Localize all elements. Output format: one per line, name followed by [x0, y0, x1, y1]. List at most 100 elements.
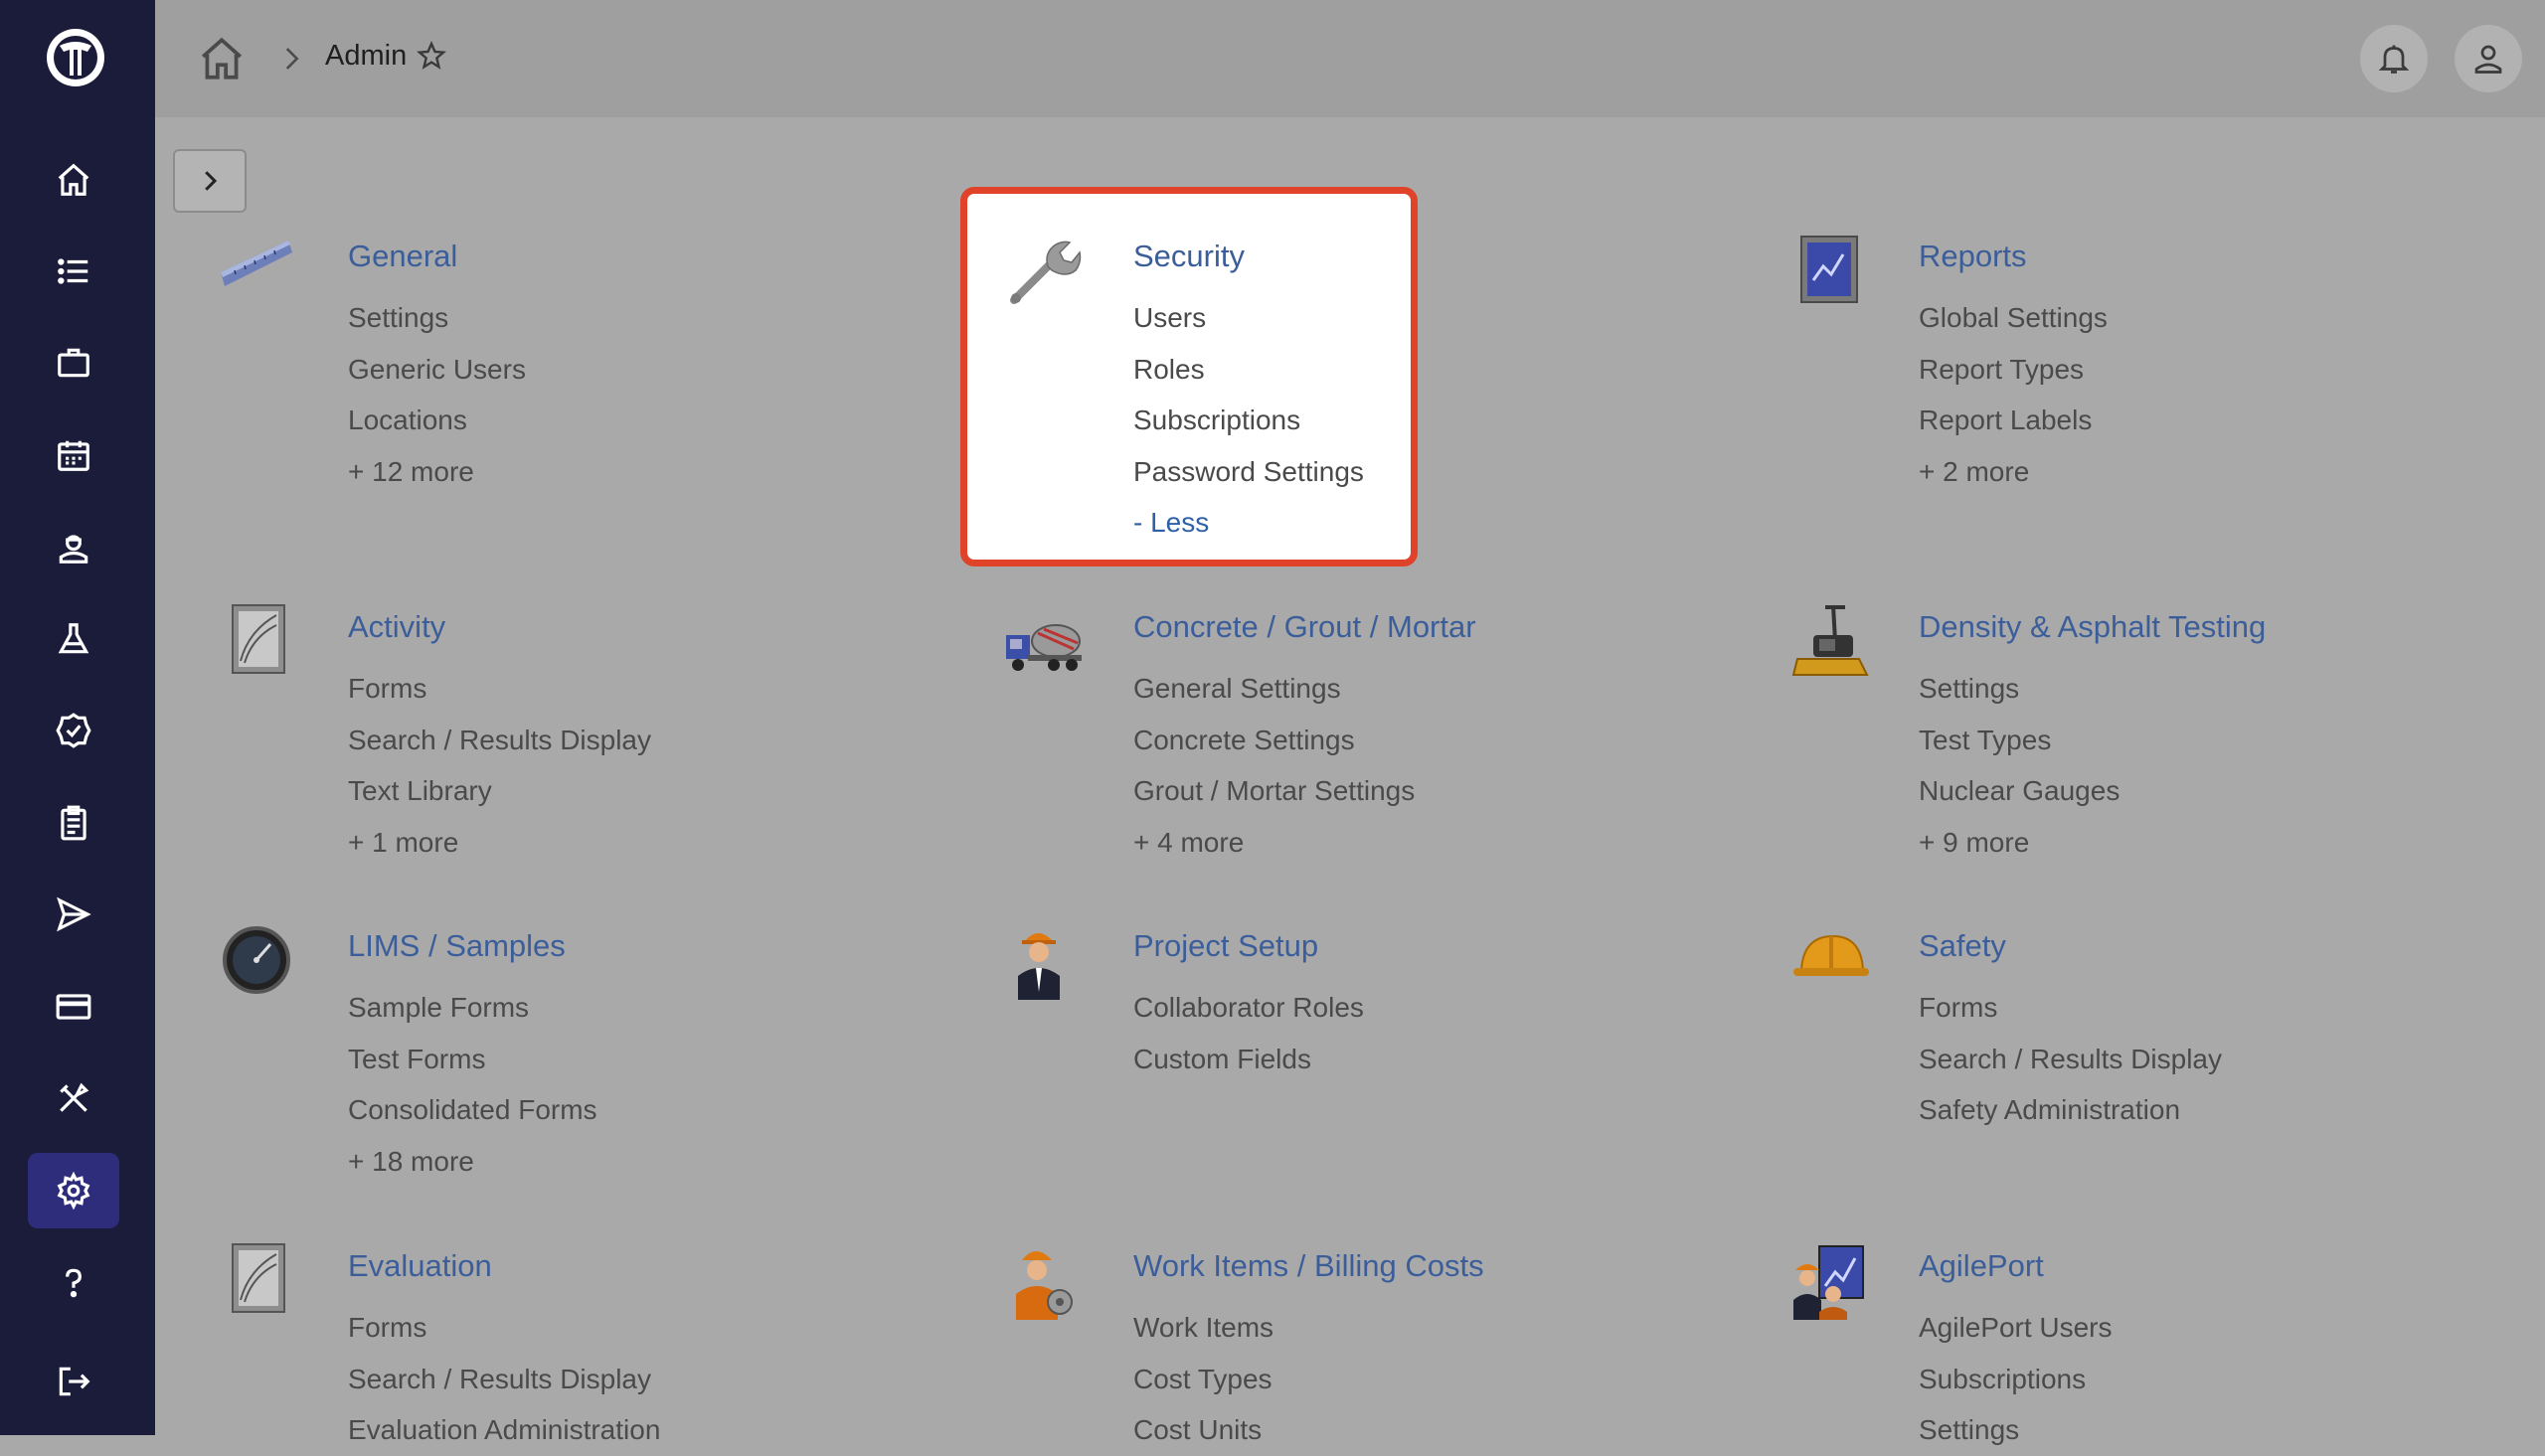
- calendar-icon: [58, 440, 89, 471]
- link-roles[interactable]: Roles: [1133, 344, 1364, 396]
- project-manager-icon: [1018, 933, 1060, 1000]
- link-cost-units[interactable]: Cost Units: [1133, 1404, 1273, 1456]
- link-custom-fields[interactable]: Custom Fields: [1133, 1034, 1364, 1085]
- link-more[interactable]: + 12 more: [348, 446, 526, 498]
- category-title-lims[interactable]: LIMS / Samples: [348, 928, 566, 964]
- star-icon[interactable]: [416, 40, 447, 72]
- expand-panel-button[interactable]: [173, 149, 247, 213]
- sidebar-item-logout[interactable]: [28, 1344, 119, 1419]
- home-breadcrumb-icon[interactable]: [197, 34, 247, 83]
- link-global-settings[interactable]: Global Settings: [1919, 292, 2108, 344]
- concrete-truck-icon: [1006, 624, 1082, 671]
- sidebar-item-reports[interactable]: [28, 785, 119, 861]
- link-settings[interactable]: Settings: [1919, 1404, 2113, 1456]
- link-evaluation-administration[interactable]: Evaluation Administration: [348, 1404, 660, 1456]
- link-test-types[interactable]: Test Types: [1919, 715, 2120, 766]
- link-more[interactable]: + 4 more: [1133, 817, 1415, 869]
- link-search-results-display[interactable]: Search / Results Display: [348, 715, 651, 766]
- credit-card-icon: [56, 994, 91, 1020]
- link-password-settings[interactable]: Password Settings: [1133, 446, 1364, 498]
- link-cost-types[interactable]: Cost Types: [1133, 1354, 1273, 1405]
- link-subscriptions[interactable]: Subscriptions: [1133, 395, 1364, 446]
- link-search-results-display[interactable]: Search / Results Display: [348, 1354, 660, 1405]
- link-concrete-settings[interactable]: Concrete Settings: [1133, 715, 1415, 766]
- link-forms[interactable]: Forms: [1919, 982, 2222, 1034]
- worker-icon: [1016, 1251, 1073, 1320]
- category-title-activity[interactable]: Activity: [348, 609, 445, 645]
- link-show-less[interactable]: - Less: [1133, 497, 1364, 549]
- link-report-types[interactable]: Report Types: [1919, 344, 2108, 396]
- sidebar-item-qa[interactable]: [28, 693, 119, 768]
- category-title-work-items[interactable]: Work Items / Billing Costs: [1133, 1248, 1484, 1284]
- home-icon: [58, 163, 89, 196]
- sidebar: [0, 0, 155, 1435]
- link-forms[interactable]: Forms: [348, 663, 651, 715]
- sidebar-item-help[interactable]: [28, 1245, 119, 1321]
- link-search-results-display[interactable]: Search / Results Display: [1919, 1034, 2222, 1085]
- report-icon: [1800, 236, 1858, 303]
- category-title-general[interactable]: General: [348, 239, 457, 274]
- profile-button[interactable]: [2455, 25, 2522, 92]
- category-title-safety[interactable]: Safety: [1919, 928, 2006, 964]
- app-logo[interactable]: [44, 26, 107, 89]
- sidebar-item-list[interactable]: [28, 234, 119, 309]
- sidebar-item-calendar[interactable]: [28, 417, 119, 493]
- link-test-forms[interactable]: Test Forms: [348, 1034, 597, 1085]
- link-generic-users[interactable]: Generic Users: [348, 344, 526, 396]
- chevron-right-icon: [285, 48, 299, 70]
- link-text-library[interactable]: Text Library: [348, 765, 651, 817]
- notifications-button[interactable]: [2360, 25, 2428, 92]
- agileport-icon: [1793, 1245, 1864, 1320]
- briefcase-icon: [58, 348, 89, 378]
- link-nuclear-gauges[interactable]: Nuclear Gauges: [1919, 765, 2120, 817]
- link-more[interactable]: + 2 more: [1919, 446, 2108, 498]
- link-consolidated-forms[interactable]: Consolidated Forms: [348, 1084, 597, 1136]
- link-locations[interactable]: Locations: [348, 395, 526, 446]
- badge-check-icon: [56, 713, 91, 748]
- compactor-icon: [1791, 604, 1869, 676]
- sidebar-item-home[interactable]: [28, 142, 119, 218]
- category-title-reports[interactable]: Reports: [1919, 239, 2027, 274]
- wrench-icon: [1010, 241, 1082, 304]
- link-settings[interactable]: Settings: [1919, 663, 2120, 715]
- link-settings[interactable]: Settings: [348, 292, 526, 344]
- list-icon: [58, 258, 88, 284]
- breadcrumb-current: Admin: [325, 40, 408, 72]
- top-bar: Admin: [155, 0, 2545, 117]
- link-agileport-users[interactable]: AgilePort Users: [1919, 1302, 2113, 1354]
- flask-icon: [58, 623, 89, 654]
- link-safety-administration[interactable]: Safety Administration: [1919, 1084, 2222, 1136]
- link-collaborator-roles[interactable]: Collaborator Roles: [1133, 982, 1364, 1034]
- send-icon: [57, 896, 91, 932]
- sidebar-item-send[interactable]: [28, 877, 119, 952]
- link-grout-mortar-settings[interactable]: Grout / Mortar Settings: [1133, 765, 1415, 817]
- link-subscriptions[interactable]: Subscriptions: [1919, 1354, 2113, 1405]
- ruler-icon: [221, 241, 292, 286]
- tools-icon: [60, 1082, 89, 1112]
- sidebar-item-projects[interactable]: [28, 325, 119, 401]
- link-more[interactable]: + 18 more: [348, 1136, 597, 1188]
- category-title-evaluation[interactable]: Evaluation: [348, 1248, 492, 1284]
- sidebar-item-billing[interactable]: [28, 969, 119, 1045]
- evaluation-icon: [232, 1243, 285, 1313]
- sidebar-item-admin[interactable]: [28, 1153, 119, 1228]
- category-title-agileport[interactable]: AgilePort: [1919, 1248, 2044, 1284]
- gauge-icon: [223, 926, 290, 994]
- category-title-security[interactable]: Security: [1133, 239, 1245, 274]
- link-more[interactable]: + 9 more: [1919, 817, 2120, 869]
- link-users[interactable]: Users: [1133, 292, 1364, 344]
- category-title-project-setup[interactable]: Project Setup: [1133, 928, 1318, 964]
- link-more[interactable]: + 1 more: [348, 817, 651, 869]
- sidebar-item-lab[interactable]: [28, 601, 119, 677]
- sidebar-item-tools[interactable]: [28, 1060, 119, 1136]
- link-report-labels[interactable]: Report Labels: [1919, 395, 2108, 446]
- user-icon: [2474, 45, 2502, 74]
- sidebar-item-technicians[interactable]: [28, 510, 119, 585]
- hard-hat-icon: [1793, 934, 1869, 976]
- link-forms[interactable]: Forms: [348, 1302, 660, 1354]
- category-title-concrete[interactable]: Concrete / Grout / Mortar: [1133, 609, 1476, 645]
- category-title-density[interactable]: Density & Asphalt Testing: [1919, 609, 2266, 645]
- link-work-items[interactable]: Work Items: [1133, 1302, 1273, 1354]
- link-general-settings[interactable]: General Settings: [1133, 663, 1415, 715]
- link-sample-forms[interactable]: Sample Forms: [348, 982, 597, 1034]
